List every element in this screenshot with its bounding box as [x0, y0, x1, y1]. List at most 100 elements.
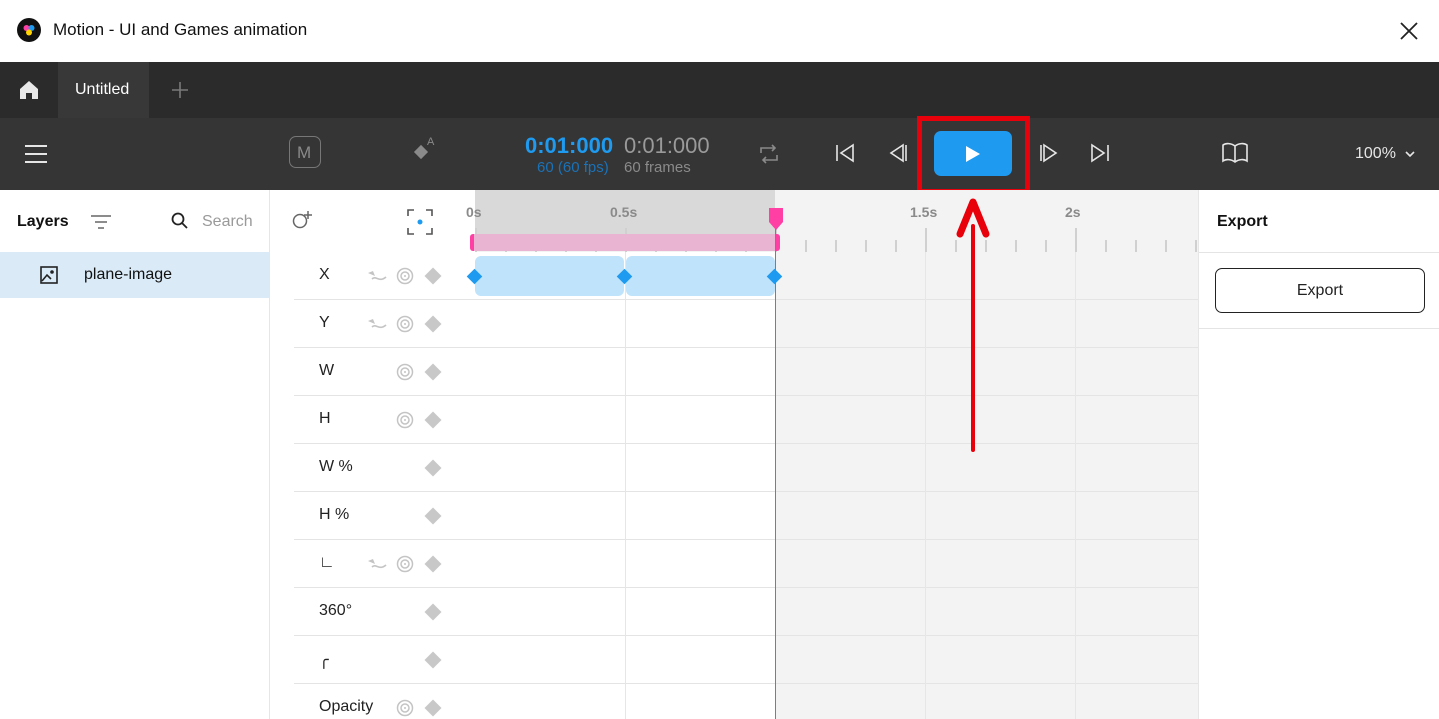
- grid-line: [925, 252, 926, 719]
- property-label: ╭: [319, 652, 329, 669]
- export-button[interactable]: Export: [1215, 268, 1425, 313]
- ruler-tick: [835, 240, 837, 252]
- add-keyframe-icon[interactable]: [424, 411, 442, 429]
- add-keyframe-icon[interactable]: [424, 363, 442, 381]
- toolbar: M A 0:01:000 60 (60 fps) 0:01:000 60 fra…: [0, 116, 1439, 194]
- spring-icon[interactable]: [396, 411, 414, 429]
- duration-time[interactable]: 0:01:000: [624, 133, 710, 159]
- property-row: W: [294, 348, 1198, 396]
- property-row: Y: [294, 300, 1198, 348]
- chevron-down-icon[interactable]: [1404, 149, 1416, 159]
- grid-line: [625, 252, 626, 719]
- search-input[interactable]: Search: [202, 213, 253, 231]
- plus-icon[interactable]: [170, 80, 190, 100]
- add-keyframe-icon[interactable]: [424, 555, 442, 573]
- ruler-tick: [1165, 240, 1167, 252]
- timeline-panel: 0s 0.5s 1.5s 2s X Y W H W % H % ∟ 360° ╭ Opacity: [270, 190, 1198, 719]
- keyframe-segment[interactable]: [626, 256, 775, 296]
- search-icon[interactable]: [171, 212, 189, 230]
- auto-keyframe-icon[interactable]: A: [412, 135, 438, 163]
- step-back-icon[interactable]: [886, 142, 908, 164]
- window-title: Motion - UI and Games animation: [53, 20, 308, 39]
- playhead-handle[interactable]: [767, 206, 785, 232]
- grid-line: [1075, 252, 1076, 719]
- add-marker-icon[interactable]: [292, 210, 314, 230]
- filter-icon[interactable]: [90, 214, 112, 230]
- add-keyframe-icon[interactable]: [424, 315, 442, 333]
- fit-view-icon[interactable]: [407, 209, 433, 235]
- close-icon[interactable]: [1398, 20, 1420, 42]
- add-keyframe-icon[interactable]: [424, 651, 442, 669]
- ruler-tick: [1015, 240, 1017, 252]
- zoom-select[interactable]: 100%: [1355, 145, 1396, 163]
- ruler-tick: [1105, 240, 1107, 252]
- motion-mode-button[interactable]: M: [289, 136, 321, 168]
- home-button[interactable]: [0, 62, 57, 118]
- ruler-label: 1.5s: [910, 204, 938, 220]
- annotation-arrow: [956, 198, 990, 452]
- ruler-label: 0.5s: [610, 204, 638, 220]
- spring-icon[interactable]: [396, 555, 414, 573]
- property-row: H %: [294, 492, 1198, 540]
- ruler-tick: [1135, 240, 1137, 252]
- divider: [1199, 252, 1439, 253]
- ruler-tick: [805, 240, 807, 252]
- property-row: 360°: [294, 588, 1198, 636]
- property-label: 360°: [319, 602, 353, 619]
- loop-icon[interactable]: [757, 141, 781, 167]
- spring-icon[interactable]: [396, 699, 414, 717]
- step-forward-icon[interactable]: [1039, 142, 1061, 164]
- easing-icon[interactable]: [366, 555, 388, 573]
- spring-icon[interactable]: [396, 267, 414, 285]
- property-row: H: [294, 396, 1198, 444]
- property-label: Y: [319, 314, 330, 331]
- ruler-tick: [895, 240, 897, 252]
- add-keyframe-icon[interactable]: [424, 507, 442, 525]
- motion-mode-letter: M: [297, 143, 312, 162]
- layer-label: plane-image: [84, 266, 173, 283]
- property-label: X: [319, 266, 330, 283]
- add-keyframe-icon[interactable]: [424, 459, 442, 477]
- property-row: W %: [294, 444, 1198, 492]
- svg-text:A: A: [427, 136, 435, 148]
- property-label: ∟: [319, 554, 335, 571]
- easing-icon[interactable]: [366, 267, 388, 285]
- ruler-tick: [1075, 228, 1077, 252]
- duration-frames: 60 frames: [624, 159, 691, 176]
- property-label: Opacity: [319, 698, 374, 715]
- divider: [1199, 328, 1439, 329]
- app-logo-icon: [17, 18, 41, 42]
- spring-icon[interactable]: [396, 363, 414, 381]
- current-frame-info: 60 (60 fps): [537, 159, 609, 176]
- property-label: H %: [319, 506, 350, 523]
- menu-icon[interactable]: [24, 143, 48, 165]
- layer-item[interactable]: plane-image: [0, 252, 269, 298]
- image-icon: [40, 266, 58, 284]
- property-row: ∟: [294, 540, 1198, 588]
- add-keyframe-icon[interactable]: [424, 699, 442, 717]
- property-label: H: [319, 410, 331, 427]
- ruler-tick: [865, 240, 867, 252]
- skip-to-end-icon[interactable]: [1089, 142, 1111, 164]
- layers-panel: Layers Search plane-image: [0, 190, 270, 719]
- keyframe-segment[interactable]: [475, 256, 624, 296]
- property-label: W: [319, 362, 335, 379]
- work-range-bar[interactable]: [470, 234, 780, 251]
- play-button[interactable]: [934, 131, 1012, 176]
- easing-icon[interactable]: [366, 315, 388, 333]
- export-title: Export: [1217, 213, 1268, 230]
- book-icon[interactable]: [1221, 142, 1249, 164]
- property-label: W %: [319, 458, 353, 475]
- spring-icon[interactable]: [396, 315, 414, 333]
- tab-untitled[interactable]: Untitled: [58, 62, 149, 118]
- current-time[interactable]: 0:01:000: [525, 133, 613, 159]
- ruler-label: 0s: [466, 204, 482, 220]
- playhead-line: [775, 220, 776, 719]
- tab-label: Untitled: [75, 81, 130, 98]
- home-icon: [20, 81, 38, 99]
- add-keyframe-icon[interactable]: [424, 267, 442, 285]
- title-bar: Motion - UI and Games animation: [0, 0, 1439, 62]
- add-keyframe-icon[interactable]: [424, 603, 442, 621]
- tab-bar: Untitled: [0, 62, 1439, 118]
- skip-to-start-icon[interactable]: [834, 142, 856, 164]
